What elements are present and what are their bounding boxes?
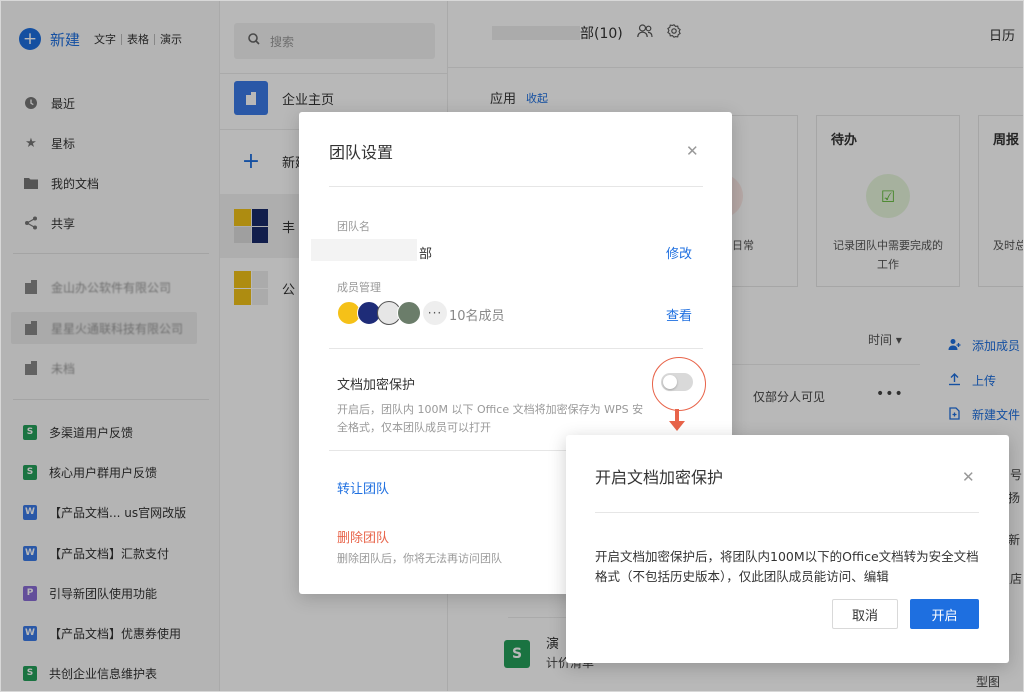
- member-mgmt-label: 成员管理: [337, 281, 381, 294]
- divider: [329, 186, 703, 187]
- enable-encryption-dialog: 开启文档加密保护 ✕ 开启文档加密保护后，将团队内100M以下的Office文档…: [566, 435, 1009, 663]
- divider: [329, 348, 703, 349]
- dialog-title: 开启文档加密保护: [595, 468, 724, 487]
- arrow-down-icon: [669, 421, 685, 431]
- edit-team-name-link[interactable]: 修改: [666, 243, 692, 262]
- enable-button[interactable]: 开启: [910, 599, 979, 629]
- view-members-link[interactable]: 查看: [666, 305, 692, 324]
- more-avatars-icon: ···: [423, 301, 447, 325]
- member-avatars[interactable]: ···: [337, 301, 447, 325]
- transfer-team-link[interactable]: 转让团队: [337, 478, 389, 497]
- team-name-label: 团队名: [337, 220, 370, 233]
- close-icon[interactable]: ✕: [962, 468, 975, 486]
- delete-team-description: 删除团队后，你将无法再访问团队: [337, 552, 502, 565]
- dialog-title: 团队设置: [329, 143, 394, 162]
- app-window: + 新建 文字 表格 演示 最近 ★ 星标 我的文档 共享 金山办公软件有限公司…: [0, 0, 1024, 692]
- members-count: 10名成员: [449, 309, 505, 324]
- dialog-body: 开启文档加密保护后，将团队内100M以下的Office文档转为安全文档格式（不包…: [595, 549, 979, 584]
- divider: [595, 512, 979, 513]
- team-name-value: 部: [419, 247, 433, 262]
- encryption-title: 文档加密保护: [337, 378, 416, 393]
- cancel-button[interactable]: 取消: [832, 599, 898, 629]
- delete-team-link[interactable]: 删除团队: [337, 527, 389, 546]
- encryption-description: 开启后，团队内 100M 以下 Office 文档将加密保存为 WPS 安全格式…: [337, 403, 644, 434]
- encryption-toggle[interactable]: [661, 373, 693, 391]
- avatar: [397, 301, 421, 325]
- close-icon[interactable]: ✕: [686, 142, 699, 160]
- redacted-team-name: [311, 239, 417, 261]
- toggle-knob: [663, 375, 677, 389]
